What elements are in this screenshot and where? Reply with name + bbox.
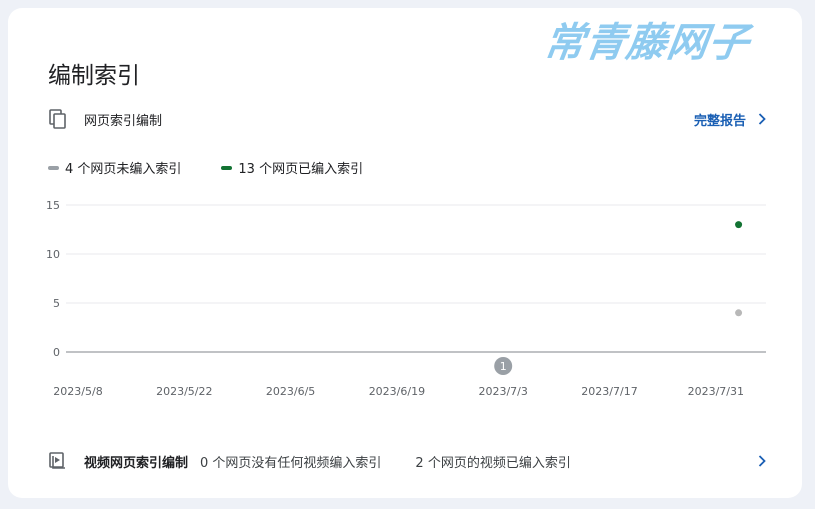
x-tick-label: 2023/5/22 (156, 385, 212, 398)
indexing-chart: 0 5 10 15 2023/5/8 2023/5/22 2023/6/5 2023/6/19… (46, 199, 766, 398)
x-tick-label: 2023/7/31 (688, 385, 744, 398)
x-tick-label: 2023/7/3 (478, 385, 527, 398)
annotation-label: 1 (500, 360, 507, 373)
y-tick-label: 0 (53, 346, 60, 359)
y-tick-label: 10 (46, 248, 60, 261)
data-point (735, 309, 743, 317)
data-point (735, 221, 743, 229)
x-tick-label: 2023/6/5 (266, 385, 315, 398)
x-tick-label: 2023/6/19 (369, 385, 425, 398)
x-tick-label: 2023/5/8 (53, 385, 102, 398)
y-tick-label: 5 (53, 297, 60, 310)
y-tick-label: 15 (46, 199, 60, 212)
x-tick-label: 2023/7/17 (581, 385, 637, 398)
